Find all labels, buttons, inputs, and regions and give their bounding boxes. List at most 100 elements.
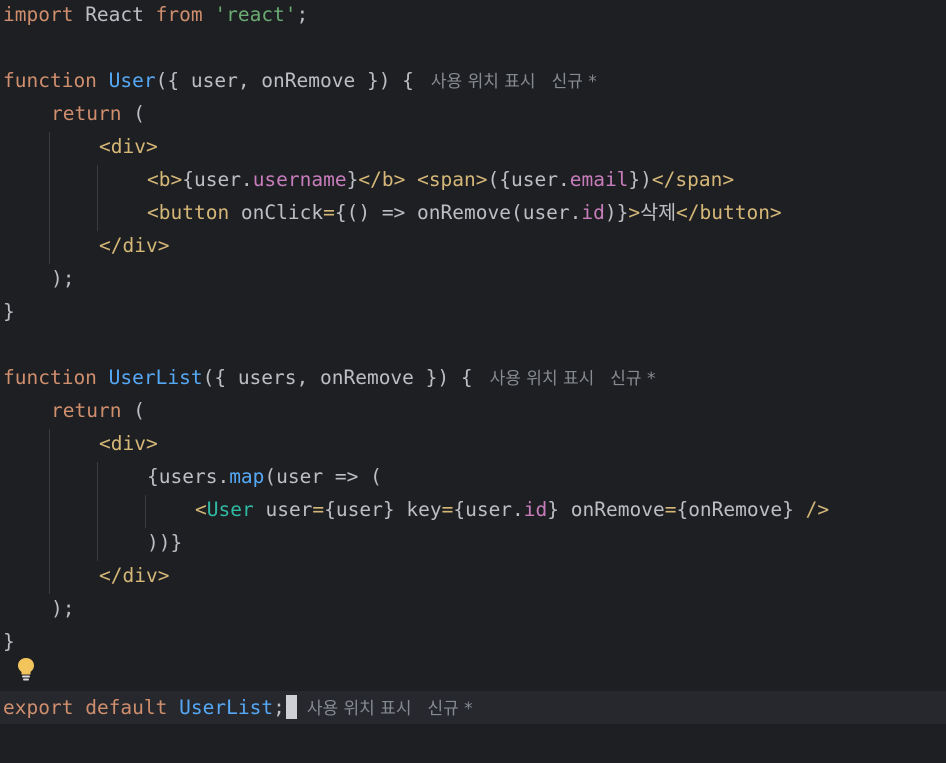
code-line-8[interactable]: </div> bbox=[0, 229, 946, 262]
jsx-tag: <div> bbox=[99, 432, 158, 455]
jsx-tag: </b> bbox=[358, 168, 406, 191]
keyword: return bbox=[51, 102, 122, 125]
keyword: return bbox=[51, 399, 122, 422]
code-text: ({ user, onRemove }) { bbox=[155, 69, 414, 92]
code-text: React bbox=[73, 3, 156, 26]
string-literal: 'react' bbox=[214, 3, 297, 26]
code-line-17[interactable]: ))} bbox=[0, 526, 946, 559]
code-line-19[interactable]: ); bbox=[0, 592, 946, 625]
identifier: UserList bbox=[179, 696, 274, 719]
jsx-tag: <div> bbox=[99, 135, 158, 158]
code-text: } bbox=[3, 630, 15, 653]
keyword: from bbox=[155, 3, 203, 26]
code-line-9[interactable]: ); bbox=[0, 262, 946, 295]
author-hint[interactable]: 신규 * bbox=[552, 72, 597, 92]
code-text: ))} bbox=[147, 531, 183, 554]
jsx-tag: > bbox=[628, 201, 641, 224]
method-name: map bbox=[229, 465, 265, 488]
jsx-tag: </div> bbox=[99, 234, 170, 257]
code-text: ( bbox=[121, 102, 145, 125]
keyword: function bbox=[3, 69, 97, 92]
code-text: ; bbox=[296, 3, 309, 26]
code-text: } bbox=[547, 498, 560, 521]
code-text: } bbox=[3, 300, 15, 323]
code-text: ; bbox=[273, 696, 285, 719]
code-line-7[interactable]: <button onClick={() => onRemove(user.id)… bbox=[0, 196, 946, 229]
property: username bbox=[252, 168, 347, 191]
code-line-1[interactable]: import React from 'react'; bbox=[0, 0, 946, 31]
code-line-12[interactable]: function UserList({ users, onRemove }) {… bbox=[0, 361, 946, 394]
code-line-6[interactable]: <b>{user.username}</b> <span>({user.emai… bbox=[0, 163, 946, 196]
operator: = bbox=[664, 498, 677, 521]
code-text: ({ users, onRemove }) { bbox=[202, 366, 473, 389]
code-editor[interactable]: import React from 'react'; function User… bbox=[0, 0, 946, 763]
code-text: }) bbox=[628, 168, 652, 191]
property: id bbox=[581, 201, 605, 224]
code-text: ); bbox=[51, 597, 75, 620]
text-caret bbox=[285, 695, 297, 719]
jsx-tag: <b> bbox=[147, 168, 183, 191]
code-text: } bbox=[346, 168, 359, 191]
jsx-tag: <span> bbox=[417, 168, 488, 191]
jsx-tag: </span> bbox=[651, 168, 735, 191]
operator: = bbox=[323, 201, 335, 224]
property: email bbox=[569, 168, 629, 191]
code-text: ({user. bbox=[487, 168, 570, 191]
jsx-attribute: key bbox=[394, 498, 442, 521]
code-line-15[interactable]: {users.map(user => ( bbox=[0, 460, 946, 493]
code-line-16[interactable]: <User user={user} key={user.id} onRemove… bbox=[0, 493, 946, 526]
jsx-attribute: user bbox=[253, 498, 313, 521]
jsx-text: 삭제 bbox=[640, 201, 677, 224]
jsx-attribute: onRemove bbox=[559, 498, 665, 521]
keyword: import bbox=[3, 3, 74, 26]
jsx-tag: </button> bbox=[676, 201, 782, 224]
usages-hint[interactable]: 사용 위치 표시 bbox=[431, 72, 536, 92]
code-text: {onRemove} bbox=[676, 498, 794, 521]
keyword: export bbox=[3, 696, 74, 719]
property: id bbox=[523, 498, 548, 521]
keyword: function bbox=[3, 366, 97, 389]
inlay-hint[interactable]: 사용 위치 표시 신규 * bbox=[490, 369, 656, 389]
code-line-5[interactable]: <div> bbox=[0, 130, 946, 163]
code-line-20[interactable]: } bbox=[0, 625, 946, 658]
code-line-22[interactable]: export default UserList; 사용 위치 표시 신규 * bbox=[0, 691, 946, 724]
keyword: default bbox=[85, 696, 168, 719]
code-line-14[interactable]: <div> bbox=[0, 427, 946, 460]
author-hint[interactable]: 신규 * bbox=[610, 369, 655, 389]
code-text: {user. bbox=[453, 498, 524, 521]
code-text: ( bbox=[121, 399, 145, 422]
code-text: {users. bbox=[147, 465, 230, 488]
operator: = bbox=[312, 498, 325, 521]
code-text: )} bbox=[604, 201, 629, 224]
jsx-tag: </div> bbox=[99, 564, 170, 587]
jsx-tag: <button bbox=[147, 201, 241, 224]
function-name: UserList bbox=[108, 366, 203, 389]
code-line-3[interactable]: function User({ user, onRemove }) { 사용 위치… bbox=[0, 64, 946, 97]
code-line-13[interactable]: return ( bbox=[0, 394, 946, 427]
inlay-hint[interactable]: 사용 위치 표시 신규 * bbox=[431, 72, 597, 92]
code-text: (user => ( bbox=[264, 465, 382, 488]
lightbulb-icon[interactable] bbox=[16, 656, 36, 682]
inlay-hint[interactable]: 사용 위치 표시 신규 * bbox=[307, 699, 473, 719]
code-text: {user. bbox=[182, 168, 253, 191]
code-text: {user} bbox=[324, 498, 395, 521]
code-text: {() => onRemove(user. bbox=[334, 201, 582, 224]
code-line-4[interactable]: return ( bbox=[0, 97, 946, 130]
code-line-10[interactable]: } bbox=[0, 295, 946, 328]
usages-hint[interactable]: 사용 위치 표시 bbox=[490, 369, 595, 389]
code-text: ); bbox=[51, 267, 75, 290]
jsx-tag: /> bbox=[793, 498, 830, 521]
usages-hint[interactable]: 사용 위치 표시 bbox=[307, 699, 412, 719]
jsx-attribute: onClick bbox=[240, 201, 324, 224]
author-hint[interactable]: 신규 * bbox=[427, 699, 472, 719]
operator: = bbox=[441, 498, 454, 521]
function-name: User bbox=[108, 69, 156, 92]
jsx-tag: < bbox=[195, 498, 207, 521]
component-name: User bbox=[206, 498, 254, 521]
code-line-18[interactable]: </div> bbox=[0, 559, 946, 592]
